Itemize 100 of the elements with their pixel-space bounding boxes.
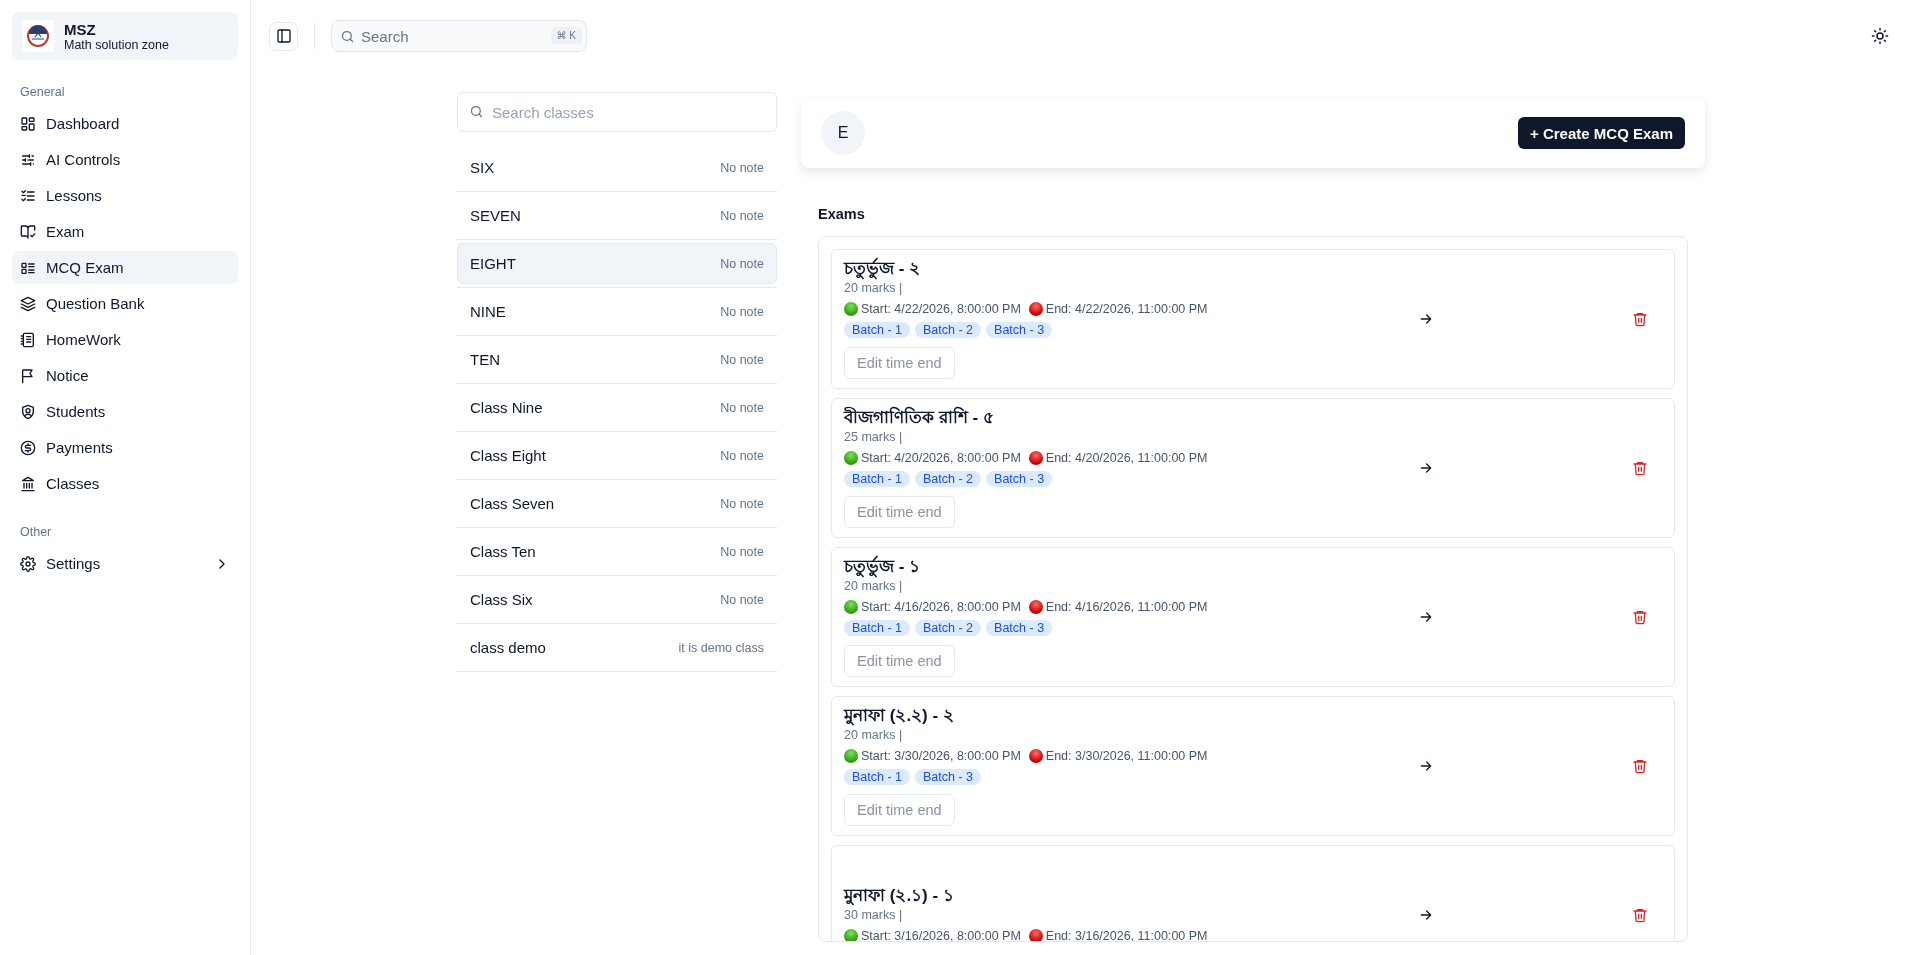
logo-icon (22, 20, 54, 52)
class-item[interactable]: Class Ten No note (457, 531, 777, 572)
exam-title: মুনাফা (২.২) - ২ (844, 705, 954, 727)
class-item[interactable]: Class Seven No note (457, 483, 777, 524)
batch-tag: Batch - 1 (844, 769, 911, 785)
shortcut-hint: ⌘ K (550, 27, 582, 44)
sidebar-item[interactable]: Payments (12, 431, 238, 464)
checklist-icon (20, 187, 36, 204)
section-title: Exams (817, 205, 866, 224)
section-heading: General (19, 84, 66, 101)
create-mcq-exam-button[interactable]: + Create MCQ Exam (1518, 117, 1685, 149)
sidebar-item[interactable]: AI Controls (12, 143, 238, 176)
book-icon (20, 223, 36, 240)
sidebar-item[interactable]: Dashboard (12, 107, 238, 140)
sidebar-item[interactable]: Settings (12, 547, 238, 580)
class-note: it is demo class (678, 640, 764, 655)
class-note: No note (720, 208, 764, 223)
class-name: NINE (470, 303, 506, 320)
sidebar-item[interactable]: Lessons (12, 179, 238, 212)
sun-icon (1871, 27, 1889, 45)
class-name: Class Six (470, 591, 533, 608)
batch-tag: Batch - 3 (986, 471, 1053, 487)
class-name: EIGHT (470, 255, 516, 272)
end-dot-icon (1028, 928, 1043, 941)
class-note: No note (720, 256, 764, 271)
class-item[interactable]: EIGHT No note (457, 243, 777, 284)
batch-tag: Batch - 1 (844, 620, 911, 636)
exam-marks: 20 marks | (844, 727, 903, 743)
batch-tag: Batch - 3 (986, 620, 1053, 636)
class-name: class demo (470, 639, 546, 656)
end-dot-icon (1028, 749, 1043, 763)
end-time: End: 3/16/2026, 11:00:00 PM (1045, 927, 1208, 941)
sidebar-icon (275, 28, 292, 44)
sidebar-item[interactable]: Students (12, 395, 238, 428)
exam-title: চতুর্ভুজ - ২ (844, 258, 921, 280)
dollar-icon (20, 439, 36, 456)
search-icon (469, 104, 484, 119)
class-item[interactable]: Class Eight No note (457, 435, 777, 476)
end-dot-icon (1028, 600, 1043, 614)
sidebar-item[interactable]: MCQ Exam (12, 251, 238, 284)
start-dot-icon (844, 600, 858, 614)
trash-icon (1632, 757, 1648, 774)
class-item[interactable]: SEVEN No note (457, 195, 777, 236)
end-time: End: 3/30/2026, 11:00:00 PM (1045, 748, 1208, 765)
class-name: Class Nine (470, 399, 543, 416)
batch-tag: Batch - 3 (915, 769, 982, 785)
shield-icon (20, 403, 36, 420)
sidebar-item[interactable]: Notice (12, 359, 238, 392)
exam-marks: 25 marks | (844, 429, 903, 445)
class-note: No note (720, 304, 764, 319)
brand-name: MSZ (64, 20, 97, 38)
batch-tag: Batch - 2 (915, 322, 982, 338)
end-time: End: 4/20/2026, 11:00:00 PM (1045, 450, 1208, 467)
exam-marks: 20 marks | (844, 578, 903, 594)
sidebar-item[interactable]: HomeWork (12, 323, 238, 356)
class-item[interactable]: SIX No note (457, 147, 777, 188)
end-dot-icon (1028, 302, 1043, 316)
sidebar-item[interactable]: Question Bank (12, 287, 238, 320)
notebook-icon (20, 331, 36, 348)
class-item[interactable]: TEN No note (457, 339, 777, 380)
start-time: Start: 4/20/2026, 8:00:00 PM (861, 450, 1021, 467)
search-field[interactable]: Search classes (457, 92, 777, 132)
start-time: Start: 3/16/2026, 8:00:00 PM (861, 927, 1021, 941)
sidebar-item[interactable]: Classes (12, 467, 238, 500)
trash-icon (1632, 906, 1648, 923)
class-note: No note (720, 592, 764, 607)
trash-icon (1632, 310, 1648, 327)
class-note: No note (720, 400, 764, 415)
settings-icon (20, 555, 36, 572)
sidebar-item[interactable]: Exam (12, 215, 238, 248)
class-note: No note (720, 448, 764, 463)
search-icon (340, 29, 355, 44)
class-item[interactable]: Class Six No note (457, 579, 777, 620)
layers-icon (20, 295, 36, 312)
class-item[interactable]: NINE No note (457, 291, 777, 332)
start-time: Start: 4/16/2026, 8:00:00 PM (861, 599, 1021, 616)
bank-icon (20, 475, 36, 492)
section-heading: Other (19, 524, 53, 541)
start-dot-icon (844, 451, 858, 465)
end-time: End: 4/22/2026, 11:00:00 PM (1045, 301, 1208, 318)
exam-title: চতুর্ভুজ - ১ (844, 556, 921, 578)
batch-tag: Batch - 3 (986, 322, 1053, 338)
start-time: Start: 4/22/2026, 8:00:00 PM (861, 301, 1021, 318)
start-dot-icon (844, 928, 858, 941)
start-dot-icon (844, 749, 858, 763)
class-name: SEVEN (470, 207, 521, 224)
sidebar-toggle-button[interactable] (269, 21, 298, 51)
batch-tag: Batch - 1 (844, 322, 911, 338)
class-item[interactable]: class demo it is demo class (457, 627, 777, 668)
sliders-icon (20, 151, 36, 168)
class-note: No note (720, 496, 764, 511)
trash-icon (1632, 608, 1648, 625)
exam-title: বীজগাণিতিক রাশি - ৫ (844, 407, 994, 429)
trash-icon (1632, 459, 1648, 476)
flag-icon (20, 367, 36, 384)
class-item[interactable]: Class Nine No note (457, 387, 777, 428)
class-name: Class Eight (470, 447, 546, 464)
avatar: E (821, 111, 865, 155)
start-time: Start: 3/30/2026, 8:00:00 PM (861, 748, 1021, 765)
brand-card[interactable]: MSZ Math solution zone (12, 12, 238, 60)
